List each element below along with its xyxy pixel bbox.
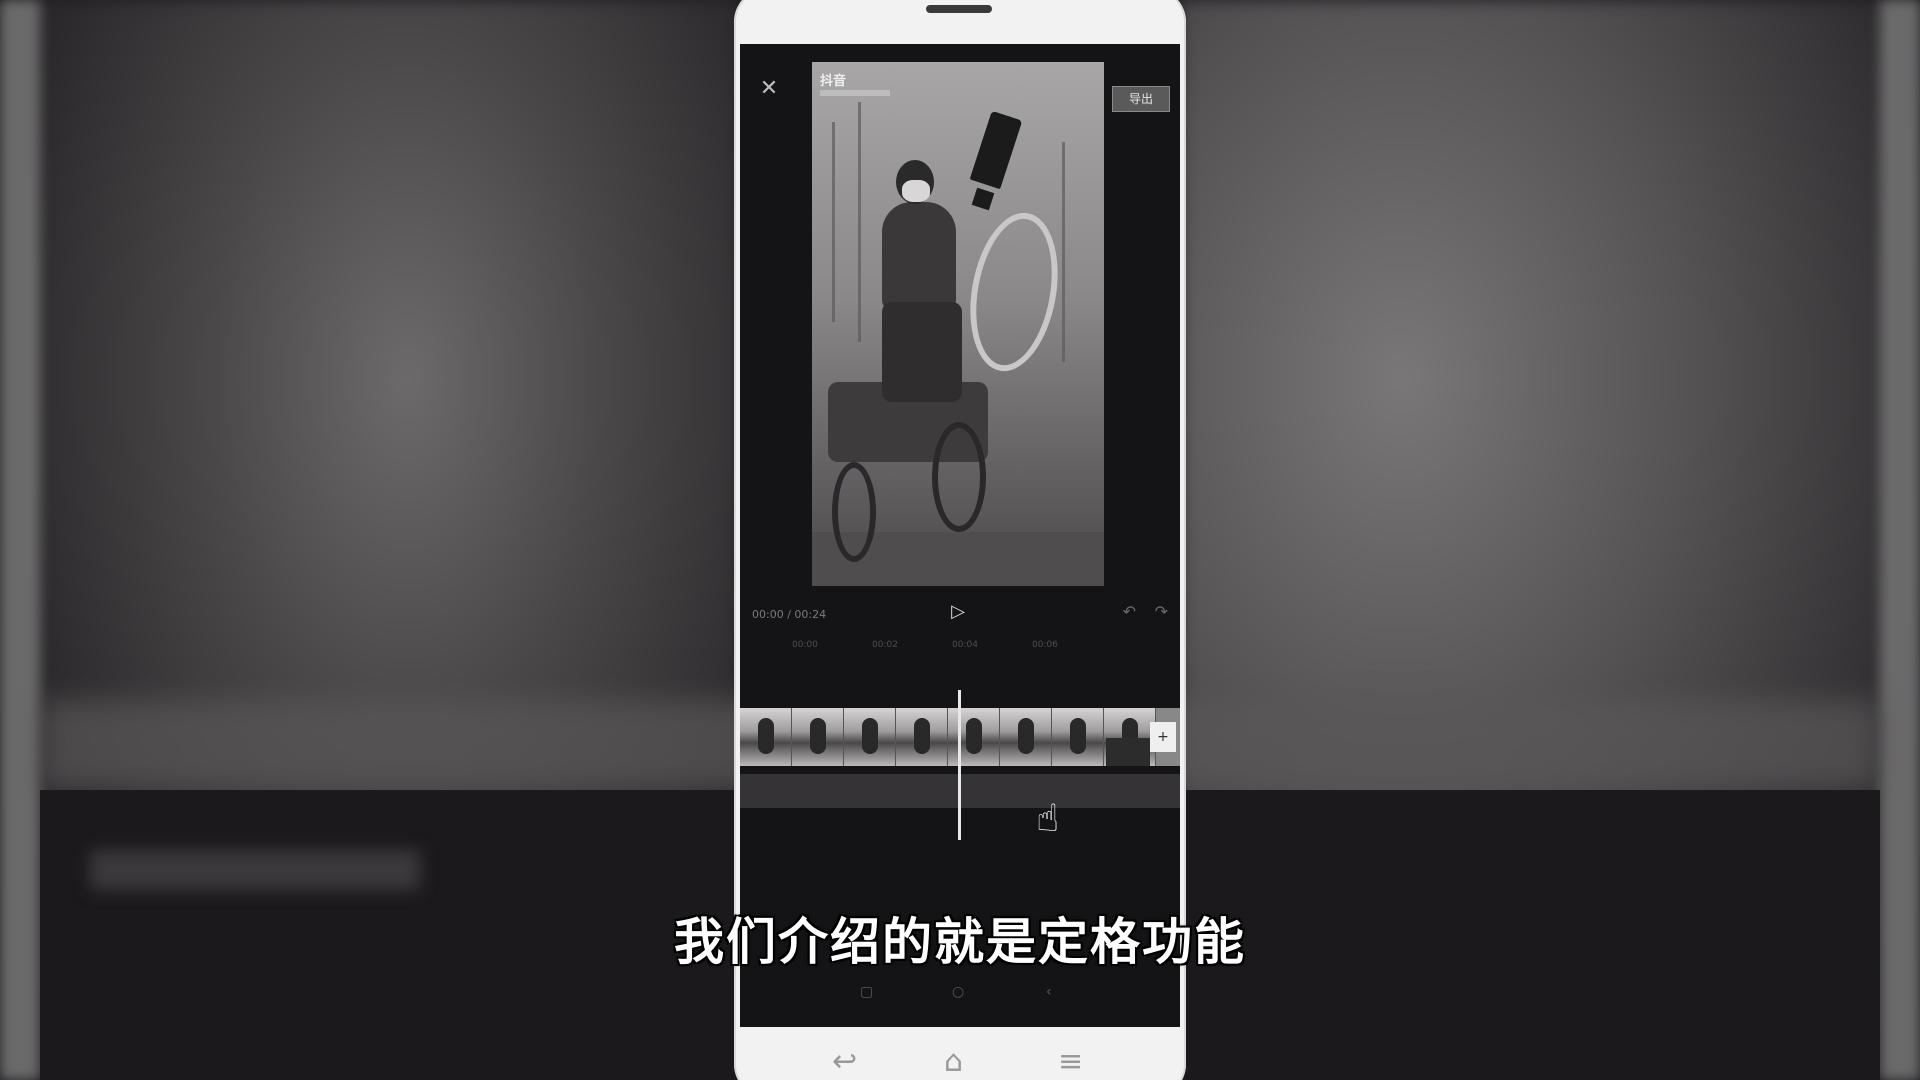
rear-wheel bbox=[932, 422, 986, 532]
cart-wheel bbox=[832, 462, 876, 562]
tree-shape bbox=[858, 102, 861, 342]
redo-icon[interactable]: ↷ bbox=[1155, 602, 1168, 621]
phone-hardware-bar: ↩ ⌂ ≡ bbox=[734, 1028, 1186, 1080]
track-thumbnail bbox=[740, 708, 792, 766]
track-thumbnail bbox=[1052, 708, 1104, 766]
phone-speaker bbox=[926, 5, 992, 13]
add-clip-button[interactable]: + bbox=[1150, 722, 1176, 752]
track-thumbnail bbox=[948, 708, 1000, 766]
undo-icon[interactable]: ↶ bbox=[1123, 602, 1136, 621]
android-nav-bar: ▢ ○ ‹ bbox=[740, 974, 1180, 1014]
rider-face bbox=[902, 180, 930, 202]
tick-label: 00:04 bbox=[952, 640, 978, 650]
play-icon[interactable]: ▷ bbox=[946, 600, 970, 624]
front-wheel bbox=[958, 205, 1070, 379]
timecode: 00:00 / 00:24 bbox=[752, 608, 827, 621]
time-ruler: 00:00 00:02 00:04 00:06 bbox=[752, 640, 1168, 652]
close-icon[interactable]: ✕ bbox=[756, 76, 782, 102]
exclamation-sticker-dot bbox=[971, 187, 995, 211]
rider-legs bbox=[882, 302, 962, 402]
track-thumbnail bbox=[896, 708, 948, 766]
export-button[interactable]: 导出 bbox=[1112, 86, 1170, 112]
playhead[interactable] bbox=[958, 690, 961, 840]
watermark-id bbox=[820, 90, 890, 96]
video-subtitle: 我们介绍的就是定格功能 bbox=[674, 913, 1246, 971]
track-thumbnail bbox=[844, 708, 896, 766]
recents-icon[interactable]: ▢ bbox=[860, 984, 873, 1000]
hardware-home-icon[interactable]: ⌂ bbox=[944, 1044, 963, 1079]
video-preview[interactable]: 抖音 bbox=[812, 62, 1104, 586]
exclamation-sticker bbox=[969, 110, 1023, 190]
hardware-back-icon[interactable]: ↩ bbox=[832, 1044, 857, 1079]
tick-label: 00:06 bbox=[1032, 640, 1058, 650]
video-frame: ✕ 导出 抖音 00:00 / 00:24 ▷ ↶ ↷ 00:00 00:02 … bbox=[0, 0, 1920, 1080]
rider-body bbox=[882, 202, 956, 312]
hardware-menu-icon[interactable]: ≡ bbox=[1058, 1044, 1083, 1079]
track-thumbnail bbox=[1000, 708, 1052, 766]
back-icon[interactable]: ‹ bbox=[1046, 984, 1052, 1000]
phone-screen: ✕ 导出 抖音 00:00 / 00:24 ▷ ↶ ↷ 00:00 00:02 … bbox=[740, 44, 1180, 1027]
tree-shape bbox=[832, 122, 835, 322]
hand-cursor-icon: ☝ bbox=[1036, 796, 1060, 840]
track-thumbnail bbox=[792, 708, 844, 766]
tree-shape bbox=[1062, 142, 1065, 362]
track-end-block bbox=[1106, 738, 1150, 766]
blur-ghost-text bbox=[90, 850, 420, 890]
home-icon[interactable]: ○ bbox=[952, 984, 964, 1000]
tick-label: 00:02 bbox=[872, 640, 898, 650]
app-watermark: 抖音 bbox=[820, 74, 847, 89]
tick-label: 00:00 bbox=[792, 640, 818, 650]
